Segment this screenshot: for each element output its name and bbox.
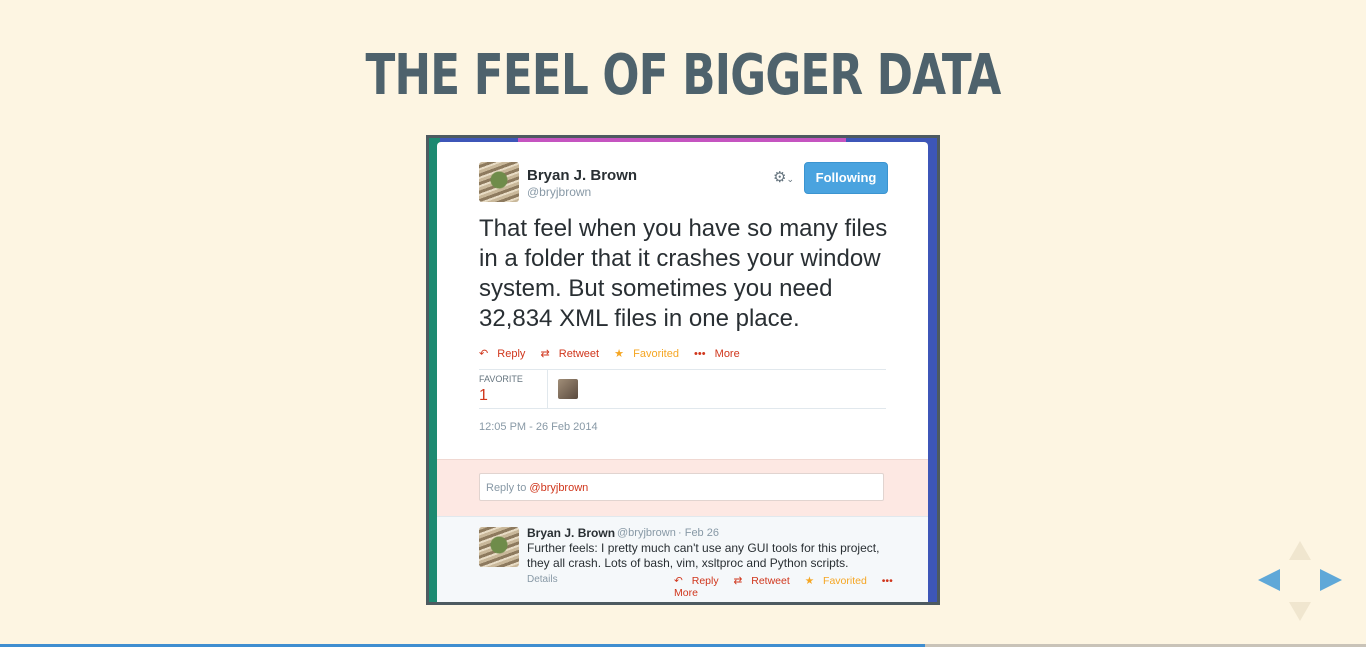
nav-right-arrow-icon[interactable] bbox=[1320, 569, 1342, 591]
reply-tweet-text: Further feels: I pretty much can't use a… bbox=[527, 541, 880, 570]
avatar[interactable] bbox=[479, 162, 519, 202]
favorite-stat-label: FAVORITE bbox=[479, 374, 523, 384]
reply-icon: ↶ bbox=[674, 575, 683, 587]
reply-prefix: Reply to bbox=[486, 482, 530, 494]
more-action[interactable]: ••• More bbox=[694, 348, 746, 360]
reply-tweet-actions: ↶ Reply ⇄ Retweet ★ Favorited ••• More bbox=[674, 575, 928, 599]
more-icon: ••• bbox=[881, 575, 893, 587]
favorite-label: Favorited bbox=[823, 575, 867, 587]
reply-label: Reply bbox=[691, 575, 719, 587]
author-handle[interactable]: @bryjbrown bbox=[527, 185, 591, 199]
reply-mention: @bryjbrown bbox=[529, 482, 589, 494]
more-label: More bbox=[714, 348, 740, 360]
reply-action[interactable]: ↶ Reply bbox=[479, 348, 531, 360]
stats-divider-bottom bbox=[479, 408, 886, 409]
tweet-actions: ↶ Reply ⇄ Retweet ★ Favorited ••• More bbox=[479, 347, 752, 360]
tweet-card: Bryan J. Brown @bryjbrown ⚙⌄ Following T… bbox=[437, 142, 928, 602]
reply-author-name[interactable]: Bryan J. Brown bbox=[527, 526, 615, 540]
retweet-label: Retweet bbox=[751, 575, 790, 587]
more-icon: ••• bbox=[694, 348, 706, 360]
tweet-text: That feel when you have so many files in… bbox=[479, 215, 888, 332]
retweet-icon: ⇄ bbox=[733, 575, 743, 587]
reply-input[interactable]: Reply to @bryjbrown bbox=[479, 473, 884, 501]
retweet-action[interactable]: ⇄ Retweet bbox=[540, 348, 605, 360]
stats-divider bbox=[547, 370, 548, 408]
chevron-down-icon: ⌄ bbox=[786, 174, 794, 184]
favorite-stat-count[interactable]: 1 bbox=[479, 387, 488, 405]
gear-icon[interactable]: ⚙⌄ bbox=[773, 168, 794, 186]
favorite-action[interactable]: ★ Favorited bbox=[805, 575, 873, 587]
reply-label: Reply bbox=[497, 348, 526, 360]
retweet-action[interactable]: ⇄ Retweet bbox=[734, 575, 796, 587]
stats-divider-top bbox=[479, 369, 886, 370]
tweet-timestamp[interactable]: 12:05 PM - 26 Feb 2014 bbox=[479, 421, 598, 433]
star-icon: ★ bbox=[804, 575, 815, 587]
retweet-label: Retweet bbox=[558, 348, 600, 360]
nav-down-arrow-icon[interactable] bbox=[1289, 602, 1311, 621]
reply-action[interactable]: ↶ Reply bbox=[674, 575, 725, 587]
details-link[interactable]: Details bbox=[527, 574, 558, 585]
retweet-icon: ⇄ bbox=[540, 348, 550, 360]
reply-tweet: Bryan J. Brown @bryjbrown · Feb 26 Furth… bbox=[437, 516, 928, 602]
favoriter-avatar[interactable] bbox=[558, 379, 578, 399]
favorite-action[interactable]: ★ Favorited bbox=[614, 348, 685, 360]
reply-date[interactable]: · Feb 26 bbox=[678, 527, 719, 539]
star-icon: ★ bbox=[614, 348, 625, 360]
reply-author-handle[interactable]: @bryjbrown bbox=[617, 527, 676, 539]
author-name[interactable]: Bryan J. Brown bbox=[527, 167, 637, 184]
following-button[interactable]: Following bbox=[804, 162, 888, 194]
reply-icon: ↶ bbox=[479, 348, 489, 360]
favorite-label: Favorited bbox=[633, 348, 679, 360]
more-label: More bbox=[674, 587, 698, 599]
nav-up-arrow-icon[interactable] bbox=[1289, 541, 1311, 560]
slide-title: THE FEEL OF BIGGER DATA bbox=[365, 43, 1001, 108]
avatar[interactable] bbox=[479, 527, 519, 567]
reply-area: Reply to @bryjbrown bbox=[437, 459, 928, 517]
nav-left-arrow-icon[interactable] bbox=[1258, 569, 1280, 591]
